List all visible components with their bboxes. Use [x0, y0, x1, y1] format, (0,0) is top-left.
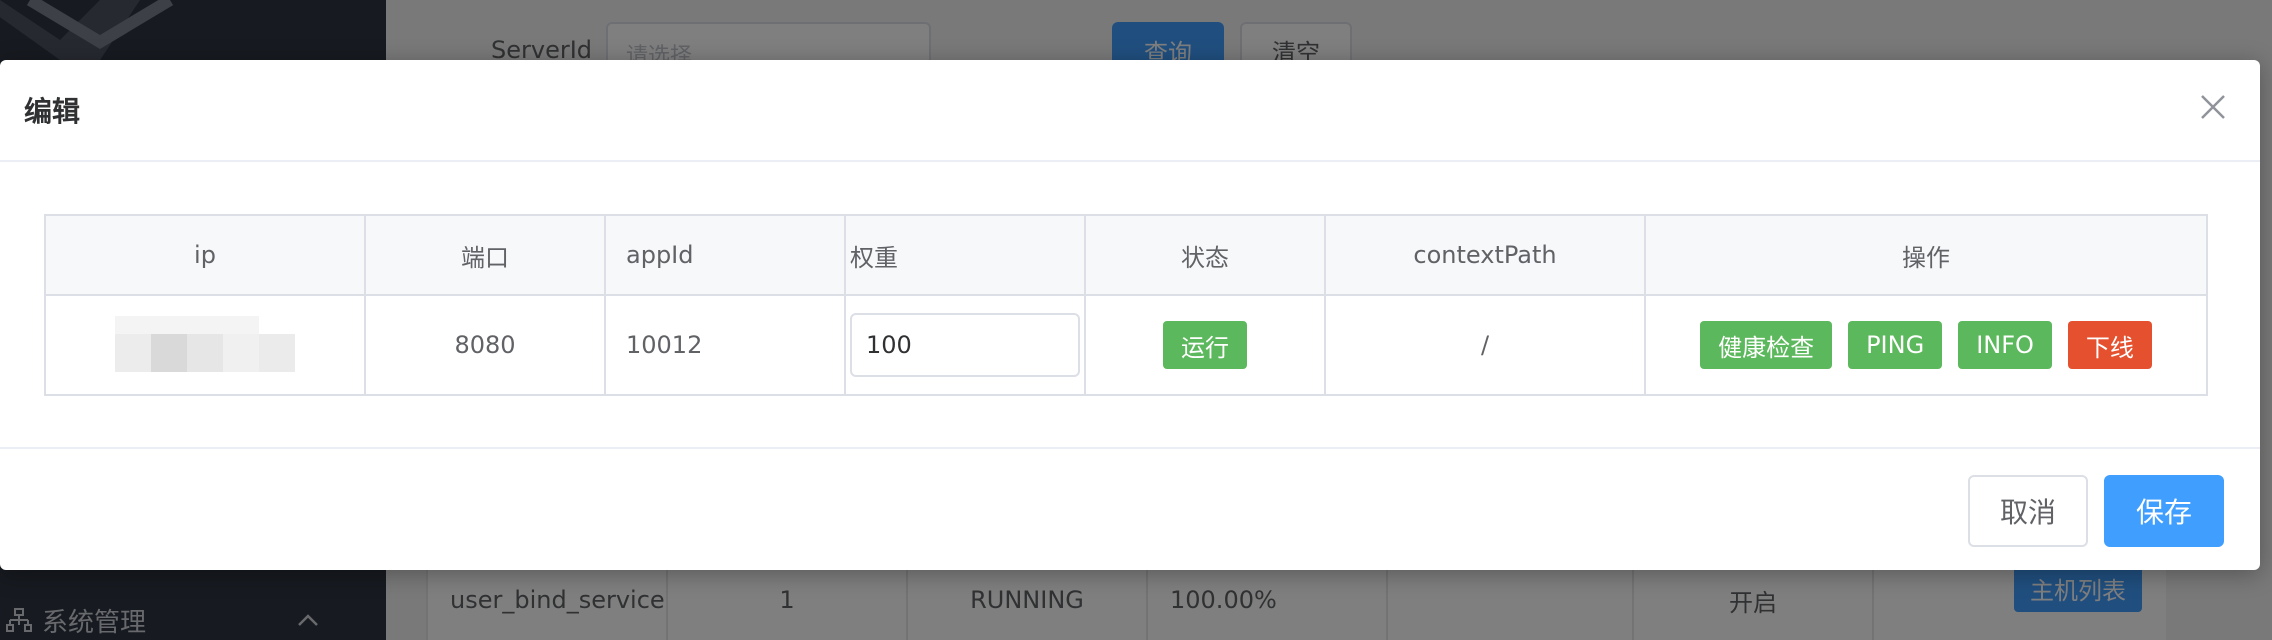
port-cell: 8080	[366, 296, 606, 394]
dialog-title: 编辑	[24, 95, 81, 128]
header-appid: appId	[606, 216, 846, 294]
info-button[interactable]: INFO	[1958, 321, 2052, 369]
header-port: 端口	[366, 216, 606, 294]
health-check-button[interactable]: 健康检查	[1700, 321, 1833, 369]
weight-input[interactable]	[850, 313, 1080, 377]
dialog-footer: 取消 保存	[0, 447, 2260, 570]
cancel-button[interactable]: 取消	[1968, 475, 2088, 547]
status-running-badge: 运行	[1163, 321, 1247, 369]
appid-cell: 10012	[606, 296, 846, 394]
header-status: 状态	[1086, 216, 1326, 294]
edit-dialog: 编辑 ip 端口 appId 权重 状态 contextPath 操作 8080…	[0, 60, 2260, 570]
status-cell: 运行	[1086, 296, 1326, 394]
close-icon[interactable]	[2196, 90, 2230, 124]
ip-cell	[46, 296, 366, 394]
contextpath-cell: /	[1326, 296, 1646, 394]
table-header: ip 端口 appId 权重 状态 contextPath 操作	[46, 216, 2206, 296]
actions-cell: 健康检查 PING INFO 下线	[1646, 296, 2206, 394]
save-button[interactable]: 保存	[2104, 475, 2224, 547]
header-weight: 权重	[846, 216, 1086, 294]
offline-button[interactable]: 下线	[2067, 321, 2152, 369]
weight-cell	[846, 296, 1086, 394]
header-ip: ip	[46, 216, 366, 294]
instance-table: ip 端口 appId 权重 状态 contextPath 操作 8080 10…	[44, 214, 2208, 396]
ip-redacted-block	[115, 316, 295, 374]
table-row: 8080 10012 运行 / 健康检查 PING INFO 下线	[46, 296, 2206, 394]
dialog-header: 编辑	[0, 60, 2260, 162]
ping-button[interactable]: PING	[1848, 321, 1943, 369]
header-actions: 操作	[1902, 243, 1950, 272]
header-contextpath: contextPath	[1326, 216, 1646, 294]
